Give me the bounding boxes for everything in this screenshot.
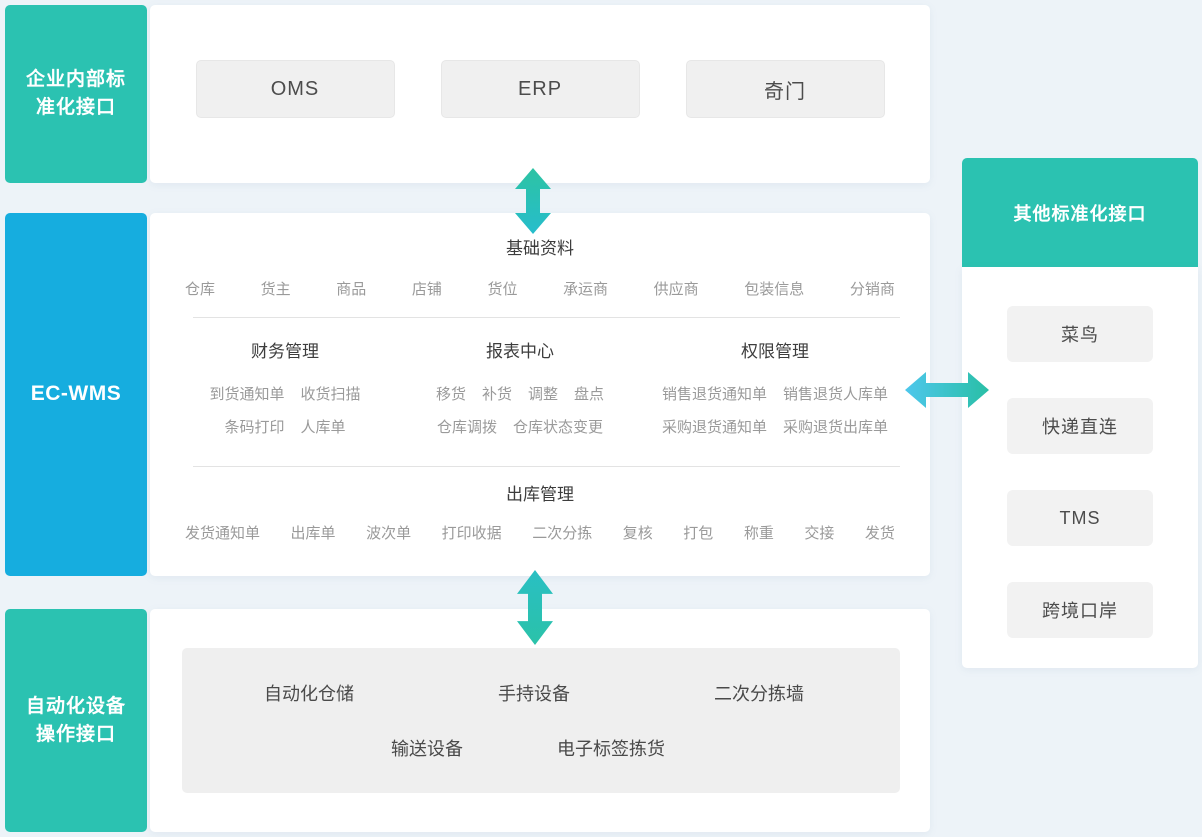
divider — [193, 317, 900, 318]
basic-data-items-row: 仓库 货主 商品 店铺 货位 承运商 供应商 包装信息 分销商 — [150, 279, 930, 300]
item-label: 手持设备 — [498, 681, 570, 707]
item-label: 分销商 — [850, 279, 895, 300]
interface-chip-tms: TMS — [1007, 490, 1153, 546]
section-title-permissions: 权限管理 — [620, 340, 930, 364]
devices-row-2: 输送设备 电子标签拣货 — [169, 736, 887, 762]
permissions-column: 权限管理 销售退货通知单销售退货人库单 采购退货通知单采购退货出库单 — [620, 340, 930, 438]
reports-items-row-2: 仓库调拨仓库状态变更 — [420, 417, 620, 438]
double-arrow-vertical-bottom-icon — [517, 570, 553, 645]
item-label: 波次单 — [366, 523, 411, 544]
reports-column: 报表中心 移货补货调整盘点 仓库调拨仓库状态变更 — [420, 340, 620, 438]
section-title-reports: 报表中心 — [420, 340, 620, 364]
item-label: 二次分拣墙 — [714, 681, 804, 707]
item-label: 发货通知单 — [185, 523, 260, 544]
item-label: 电子标签拣货 — [557, 736, 665, 762]
item-label: 仓库状态变更 — [513, 417, 603, 438]
item-label: 销售退货人库单 — [783, 384, 888, 405]
ec-wms-label-box: EC-WMS — [5, 213, 147, 576]
system-chip-qimen: 奇门 — [686, 60, 885, 118]
item-label: 采购退货出库单 — [783, 417, 888, 438]
item-label: 仓库 — [185, 279, 215, 300]
item-label: 仓库调拨 — [437, 417, 497, 438]
item-label: 供应商 — [654, 279, 699, 300]
ec-wms-label: EC-WMS — [31, 379, 122, 409]
wms-modules-panel: 基础资料 仓库货主商品店铺货位承运商供应商包装信息分销商 财务管理 到货通知单收… — [150, 213, 930, 576]
finance-items-row-2: 条码打印人库单 — [150, 417, 420, 438]
permissions-items-row-2: 采购退货通知单采购退货出库单 — [620, 417, 930, 438]
item-label: 称重 — [744, 523, 774, 544]
item-label: 补货 — [482, 384, 512, 405]
internal-interface-label: 企业内部标准化接口 — [23, 66, 129, 121]
item-label: 包装信息 — [744, 279, 804, 300]
item-label: 收货扫描 — [301, 384, 361, 405]
item-label: 二次分拣 — [532, 523, 592, 544]
outbound-items-row: 发货通知单 出库单 波次单 打印收据 二次分拣 复核 打包 称重 交接 发货 — [150, 523, 930, 544]
item-label: 盘点 — [574, 384, 604, 405]
item-label: 交接 — [804, 523, 834, 544]
finance-items-row-1: 到货通知单收货扫描 — [150, 384, 420, 405]
other-interface-panel: 菜鸟 快递直连 TMS 跨境口岸 — [962, 267, 1198, 668]
devices-row-1: 自动化仓储 手持设备 二次分拣墙 — [182, 648, 900, 707]
interface-chip-crossborder: 跨境口岸 — [1007, 582, 1153, 638]
other-interface-title: 其他标准化接口 — [1014, 200, 1147, 226]
section-title-outbound: 出库管理 — [150, 483, 930, 507]
external-systems-panel: OMS ERP 奇门 — [150, 5, 930, 183]
item-label: 调整 — [528, 384, 558, 405]
section-title-finance: 财务管理 — [150, 340, 420, 364]
interface-chip-express-direct: 快递直连 — [1007, 398, 1153, 454]
item-label: 打印收据 — [442, 523, 502, 544]
divider — [193, 466, 900, 467]
internal-interface-label-box: 企业内部标准化接口 — [5, 5, 147, 183]
item-label: 移货 — [436, 384, 466, 405]
system-chip-oms: OMS — [196, 60, 395, 118]
reports-items-row-1: 移货补货调整盘点 — [420, 384, 620, 405]
double-arrow-vertical-top-icon — [515, 168, 551, 234]
devices-box: 自动化仓储 手持设备 二次分拣墙 输送设备 电子标签拣货 — [182, 648, 900, 793]
finance-column: 财务管理 到货通知单收货扫描 条码打印人库单 — [150, 340, 420, 438]
item-label: 店铺 — [412, 279, 442, 300]
item-label: 销售退货通知单 — [662, 384, 767, 405]
item-label: 到货通知单 — [209, 384, 284, 405]
item-label: 人库单 — [301, 417, 346, 438]
device-interface-label-box: 自动化设备操作接口 — [5, 609, 147, 832]
device-interface-label: 自动化设备操作接口 — [23, 693, 129, 748]
item-label: 输送设备 — [391, 736, 463, 762]
item-label: 发货 — [865, 523, 895, 544]
item-label: 承运商 — [563, 279, 608, 300]
item-label: 打包 — [683, 523, 713, 544]
item-label: 货主 — [261, 279, 291, 300]
item-label: 自动化仓储 — [264, 681, 354, 707]
module-columns: 财务管理 到货通知单收货扫描 条码打印人库单 报表中心 移货补货调整盘点 仓库调… — [150, 340, 930, 438]
double-arrow-horizontal-icon — [905, 372, 989, 408]
item-label: 商品 — [336, 279, 366, 300]
item-label: 货位 — [487, 279, 517, 300]
item-label: 出库单 — [291, 523, 336, 544]
item-label: 条码打印 — [224, 417, 284, 438]
system-chip-erp: ERP — [441, 60, 640, 118]
item-label: 复核 — [623, 523, 653, 544]
permissions-items-row-1: 销售退货通知单销售退货人库单 — [620, 384, 930, 405]
item-label: 采购退货通知单 — [662, 417, 767, 438]
wms-architecture-diagram: 企业内部标准化接口 EC-WMS 自动化设备操作接口 OMS ERP 奇门 基础… — [0, 0, 1202, 837]
other-interface-header: 其他标准化接口 — [962, 158, 1198, 267]
interface-chip-cainiao: 菜鸟 — [1007, 306, 1153, 362]
